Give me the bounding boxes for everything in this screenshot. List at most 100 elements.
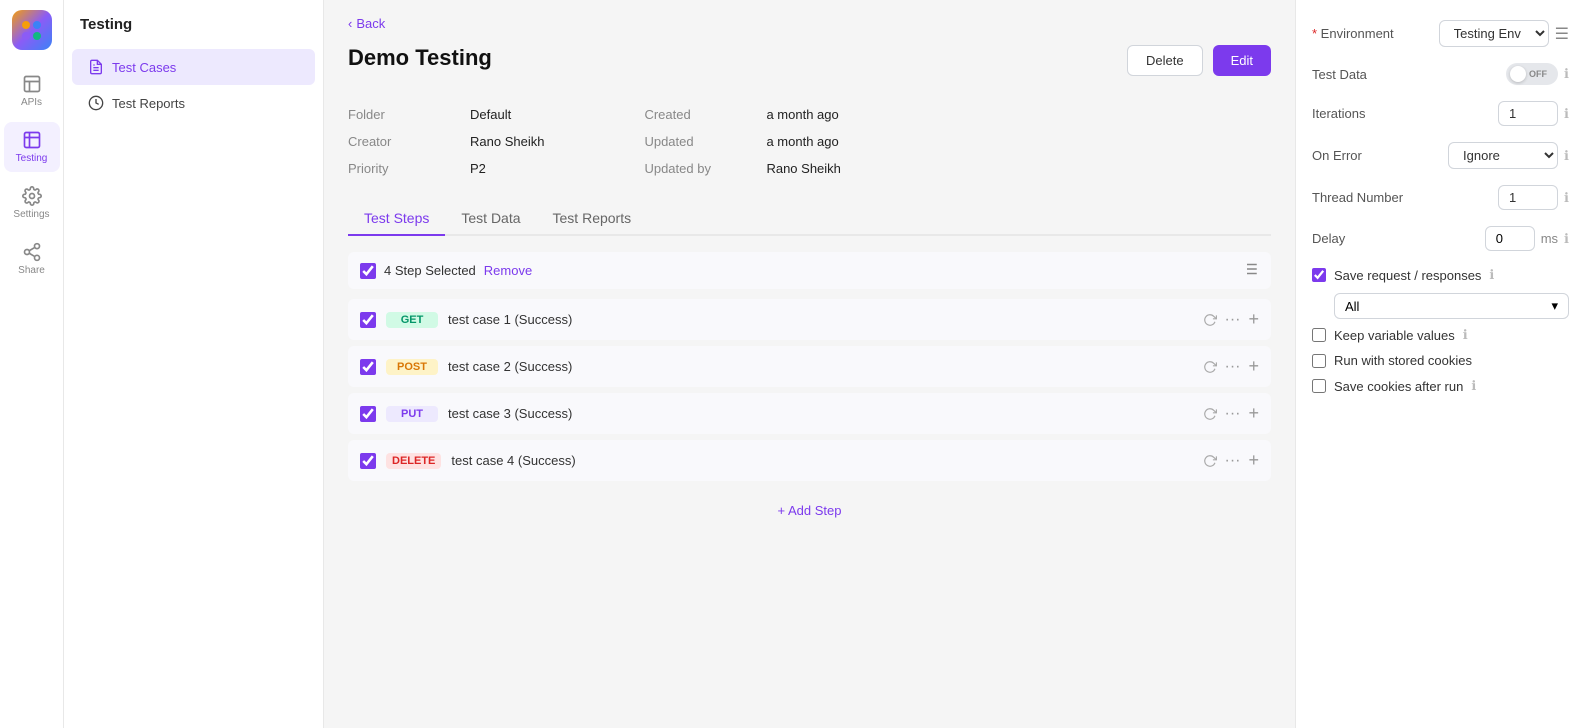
tab-test-data[interactable]: Test Data [445,202,536,236]
sidebar-item-test-cases[interactable]: Test Cases [72,49,315,85]
selected-count: 4 Step Selected [384,263,476,278]
save-requests-info-icon: ℹ [1489,267,1494,283]
add-below-icon[interactable]: + [1248,356,1259,377]
delay-row: Delay ms ℹ [1312,226,1569,251]
add-below-icon[interactable]: + [1248,309,1259,330]
meta-value-priority: P2 [470,159,544,178]
sidebar-item-test-reports[interactable]: Test Reports [72,85,315,121]
table-row: GET test case 1 (Success) ··· + [348,299,1271,340]
environment-row: * Environment Testing Env ☰ [1312,20,1569,47]
more-options-icon[interactable]: ··· [1225,311,1241,329]
thread-number-control: ℹ [1498,185,1569,210]
keep-variable-label: Keep variable values [1334,328,1455,343]
step-checkbox[interactable] [360,312,376,328]
save-requests-checkbox[interactable] [1312,268,1326,282]
step-name: test case 4 (Success) [451,453,1192,468]
sort-icon[interactable] [1241,260,1259,281]
more-options-icon[interactable]: ··· [1225,405,1241,423]
on-error-info-icon: ℹ [1564,148,1569,164]
environment-control: Testing Env ☰ [1439,20,1569,47]
step-name: test case 3 (Success) [448,406,1193,421]
nav-label-settings: Settings [13,209,49,220]
nav-item-settings[interactable]: Settings [4,178,60,228]
save-requests-row: Save request / responses ℹ [1312,267,1569,283]
iterations-row: Iterations 1 ℹ [1312,101,1569,126]
edit-button[interactable]: Edit [1213,45,1271,76]
step-checkbox[interactable] [360,406,376,422]
save-requests-section: Save request / responses ℹ All ▾ [1312,267,1569,319]
required-star: * [1312,26,1321,41]
add-below-icon[interactable]: + [1248,403,1259,424]
method-badge: GET [386,312,438,328]
table-row: POST test case 2 (Success) ··· + [348,346,1271,387]
meta-label-created: Created [644,105,754,124]
meta-label-folder: Folder [348,105,458,124]
nav-item-apis[interactable]: APIs [4,66,60,116]
meta-value-updated-by: Rano Sheikh [766,159,840,178]
step-checkbox[interactable] [360,453,376,469]
step-checkbox[interactable] [360,359,376,375]
nav-item-testing[interactable]: Testing [4,122,60,172]
meta-label-updated-by: Updated by [644,159,754,178]
meta-right: Created a month ago Updated a month ago … [644,105,840,178]
iterations-label: Iterations [1312,106,1365,121]
add-below-icon[interactable]: + [1248,450,1259,471]
meta-section: Folder Default Creator Rano Sheikh Prior… [348,105,1271,178]
delay-input[interactable] [1485,226,1535,251]
save-requests-label: Save request / responses [1334,268,1481,283]
logo-dot-3 [22,32,30,40]
refresh-icon[interactable] [1203,454,1217,468]
save-cookies-checkbox[interactable] [1312,379,1326,393]
action-buttons: Delete Edit [1127,45,1271,76]
on-error-select[interactable]: Ignore [1448,142,1558,169]
method-badge: PUT [386,406,438,422]
sidebar-label-test-cases: Test Cases [112,60,176,75]
save-cookies-info-icon: ℹ [1471,378,1476,394]
test-data-control: OFF ℹ [1506,63,1569,85]
add-step-button[interactable]: + Add Step [348,487,1271,534]
environment-menu-icon[interactable]: ☰ [1555,24,1569,44]
sidebar-label-test-reports: Test Reports [112,96,185,111]
environment-select[interactable]: Testing Env [1439,20,1549,47]
run-stored-cookies-checkbox[interactable] [1312,354,1326,368]
save-cookies-label: Save cookies after run [1334,379,1463,394]
method-badge: POST [386,359,438,375]
thread-number-row: Thread Number ℹ [1312,185,1569,210]
tabs: Test Steps Test Data Test Reports [348,202,1271,236]
keep-variable-checkbox[interactable] [1312,328,1326,342]
refresh-icon[interactable] [1203,360,1217,374]
tab-test-steps[interactable]: Test Steps [348,202,445,236]
refresh-icon[interactable] [1203,407,1217,421]
step-actions: ··· + [1203,403,1260,424]
test-data-row: Test Data OFF ℹ [1312,63,1569,85]
meta-left: Folder Default Creator Rano Sheikh Prior… [348,105,544,178]
more-options-icon[interactable]: ··· [1225,452,1241,470]
delete-button[interactable]: Delete [1127,45,1203,76]
more-options-icon[interactable]: ··· [1225,358,1241,376]
meta-value-creator: Rano Sheikh [470,132,544,151]
meta-label-updated: Updated [644,132,754,151]
on-error-control: Ignore ℹ [1448,142,1569,169]
tab-test-reports[interactable]: Test Reports [537,202,648,236]
refresh-icon[interactable] [1203,313,1217,327]
thread-number-input[interactable] [1498,185,1558,210]
environment-label: * Environment [1312,26,1394,41]
sidebar-title: Testing [64,16,323,49]
remove-link[interactable]: Remove [484,263,532,278]
test-data-toggle[interactable]: OFF [1506,63,1558,85]
on-error-label: On Error [1312,148,1362,163]
select-all-checkbox[interactable] [360,263,376,279]
nav-item-share[interactable]: Share [4,234,60,284]
delay-label: Delay [1312,231,1345,246]
back-link[interactable]: ‹ Back [348,16,1271,31]
back-label: Back [356,16,385,31]
test-data-info-icon: ℹ [1564,66,1569,82]
delay-control: ms ℹ [1485,226,1569,251]
table-row: DELETE test case 4 (Success) ··· + [348,440,1271,481]
iterations-input[interactable]: 1 [1498,101,1558,126]
delay-info-icon: ℹ [1564,231,1569,247]
save-requests-dropdown[interactable]: All ▾ [1334,293,1569,319]
logo-dot-4 [33,32,41,40]
meta-value-updated: a month ago [766,132,840,151]
run-stored-cookies-label: Run with stored cookies [1334,353,1472,368]
